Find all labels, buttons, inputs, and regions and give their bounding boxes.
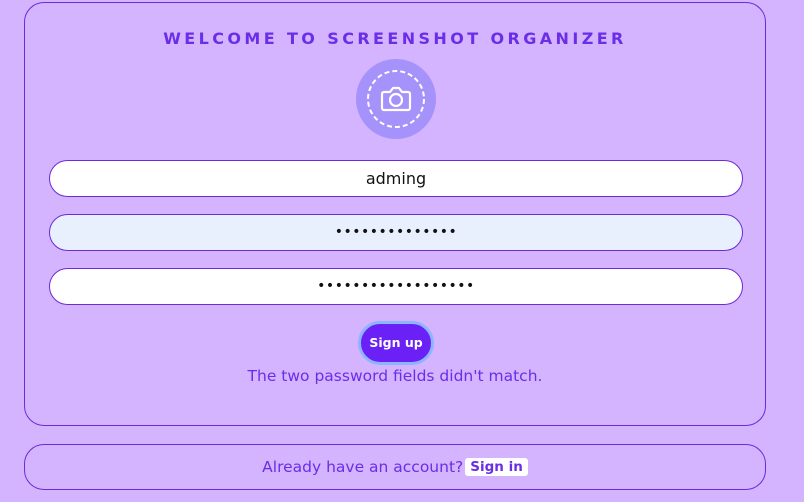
signin-footer: Already have an account? Sign in <box>24 444 766 490</box>
username-field[interactable]: adming <box>49 160 743 197</box>
signin-link[interactable]: Sign in <box>465 458 528 476</box>
app-logo <box>356 59 436 139</box>
error-message: The two password fields didn't match. <box>247 367 543 385</box>
confirm-password-field[interactable]: •••••••••••••••••• <box>49 268 743 305</box>
signin-prompt: Already have an account? <box>262 458 464 476</box>
page-title: WELCOME TO SCREENSHOT ORGANIZER <box>163 29 627 48</box>
signup-card: WELCOME TO SCREENSHOT ORGANIZER adming •… <box>24 2 766 426</box>
signup-button[interactable]: Sign up <box>358 321 434 365</box>
camera-icon <box>367 70 425 128</box>
password-field[interactable]: •••••••••••••• <box>49 214 743 251</box>
